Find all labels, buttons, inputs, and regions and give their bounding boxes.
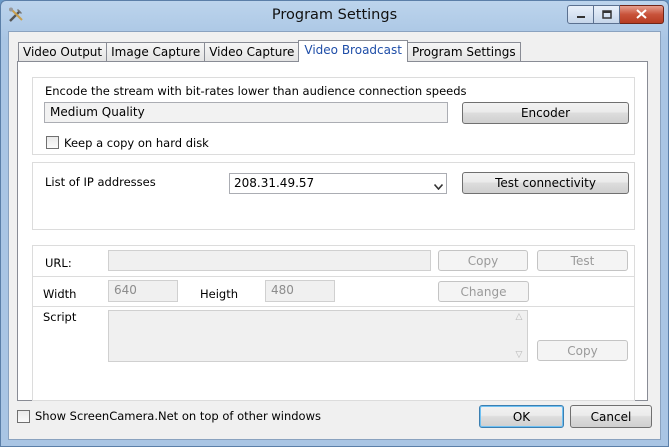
tab-strip: Video Output Image Capture Video Capture… bbox=[18, 40, 521, 62]
maximize-icon bbox=[601, 8, 612, 22]
ip-list-label: List of IP addresses bbox=[45, 175, 156, 189]
minimize-icon bbox=[576, 8, 586, 22]
test-connectivity-button[interactable]: Test connectivity bbox=[462, 172, 629, 194]
chevron-down-icon bbox=[433, 179, 444, 193]
width-field[interactable]: 640 bbox=[108, 280, 178, 302]
encode-group: Encode the stream with bit-rates lower t… bbox=[32, 77, 635, 155]
ip-address-value: 208.31.49.57 bbox=[234, 176, 315, 190]
quality-field: Medium Quality bbox=[44, 102, 448, 123]
video-broadcast-panel: Encode the stream with bit-rates lower t… bbox=[17, 61, 648, 401]
height-field[interactable]: 480 bbox=[265, 280, 335, 302]
cancel-button[interactable]: Cancel bbox=[570, 405, 652, 428]
close-icon bbox=[636, 8, 647, 22]
minimize-button[interactable] bbox=[567, 5, 594, 24]
program-settings-window: Program Settings Video Output Image Capt… bbox=[0, 0, 669, 447]
url-copy-button[interactable]: Copy bbox=[438, 250, 528, 271]
encoder-button[interactable]: Encoder bbox=[462, 102, 629, 124]
tab-video-output[interactable]: Video Output bbox=[18, 42, 108, 62]
close-button[interactable] bbox=[620, 5, 664, 24]
script-label: Script bbox=[43, 310, 77, 324]
tab-video-capture[interactable]: Video Capture bbox=[204, 42, 300, 62]
width-label: Width bbox=[43, 287, 77, 301]
ip-address-select[interactable]: 208.31.49.57 bbox=[229, 173, 447, 194]
title-bar[interactable]: Program Settings bbox=[1, 1, 668, 31]
maximize-button[interactable] bbox=[594, 5, 620, 24]
script-copy-button[interactable]: Copy bbox=[537, 340, 628, 361]
script-scrollbar[interactable]: △ ▽ bbox=[511, 311, 527, 361]
tab-image-capture[interactable]: Image Capture bbox=[106, 42, 206, 62]
keep-copy-checkbox[interactable] bbox=[46, 136, 59, 149]
tab-video-broadcast[interactable]: Video Broadcast bbox=[298, 40, 408, 62]
url-test-button[interactable]: Test bbox=[537, 250, 628, 271]
scroll-down-icon[interactable]: ▽ bbox=[511, 350, 527, 360]
height-label: Heigth bbox=[200, 287, 239, 301]
tab-program-settings[interactable]: Program Settings bbox=[406, 42, 521, 62]
divider bbox=[33, 306, 634, 307]
url-label: URL: bbox=[45, 256, 72, 270]
encode-label: Encode the stream with bit-rates lower t… bbox=[45, 84, 467, 98]
ok-button[interactable]: OK bbox=[479, 405, 564, 428]
divider bbox=[33, 276, 634, 277]
dialog-client-area: Video Output Image Capture Video Capture… bbox=[8, 31, 661, 440]
scroll-up-icon[interactable]: △ bbox=[511, 312, 527, 322]
script-textarea[interactable]: △ ▽ bbox=[108, 310, 528, 362]
url-group: URL: Copy Test Width 640 Heigth 480 Chan… bbox=[32, 245, 635, 401]
keep-copy-label: Keep a copy on hard disk bbox=[64, 136, 209, 150]
on-top-checkbox[interactable] bbox=[17, 410, 30, 423]
ip-group: List of IP addresses 208.31.49.57 Test c… bbox=[32, 162, 635, 230]
on-top-label: Show ScreenCamera.Net on top of other wi… bbox=[35, 409, 321, 423]
change-button[interactable]: Change bbox=[438, 281, 529, 302]
url-field[interactable] bbox=[108, 250, 431, 271]
